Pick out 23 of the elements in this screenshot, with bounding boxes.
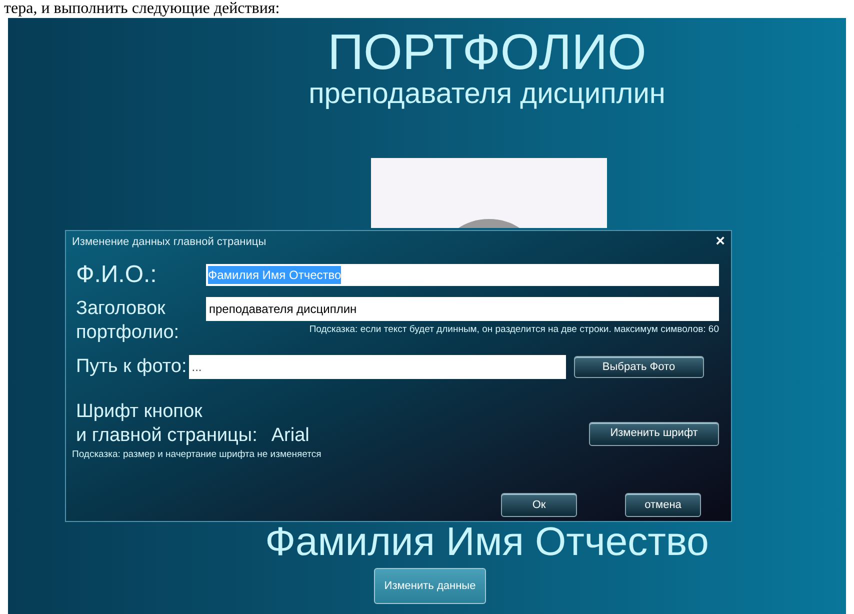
field-label: Ф.И.О.: xyxy=(76,260,158,290)
photo-path-field[interactable]: ... xyxy=(188,355,566,380)
app-title: ПОРТФОЛИО xyxy=(328,26,646,78)
font-value: Arial xyxy=(271,424,310,448)
close-button[interactable]: × xyxy=(716,234,725,250)
change-font-button[interactable]: Изменить шрифт xyxy=(589,422,719,446)
field-label: Шрифт кнопок xyxy=(76,400,204,424)
ok-button[interactable]: Ок xyxy=(501,493,577,517)
app-subtitle: преподавателя дисциплин xyxy=(308,78,666,110)
dialog-title: Изменение данных главной страницы xyxy=(72,234,266,250)
field-label: и главной страницы: xyxy=(76,424,258,448)
hint-text: Подсказка: размер и начертание шрифта не изменяется xyxy=(71,448,322,462)
field-value: Фамилия Имя Отчество xyxy=(208,266,342,284)
hint-text: Подсказка: если текст будет длинным, он разделится на две строки. максимум символов: 60 xyxy=(309,323,719,337)
field-label: Заголовок xyxy=(76,297,166,321)
edit-data-button[interactable]: Изменить данные xyxy=(374,568,486,604)
heading-input-field[interactable]: преподавателя дисциплин xyxy=(206,297,719,321)
field-label: портфолио: xyxy=(76,321,180,345)
field-label: Путь к фото: xyxy=(76,355,187,379)
choose-photo-button[interactable]: Выбрать Фото xyxy=(574,356,704,378)
cancel-button[interactable]: отмена xyxy=(625,493,701,517)
name-heading: Фамилия Имя Отчество xyxy=(265,520,709,564)
document-text: тера, и выполнить следующие действия: xyxy=(3,0,281,18)
